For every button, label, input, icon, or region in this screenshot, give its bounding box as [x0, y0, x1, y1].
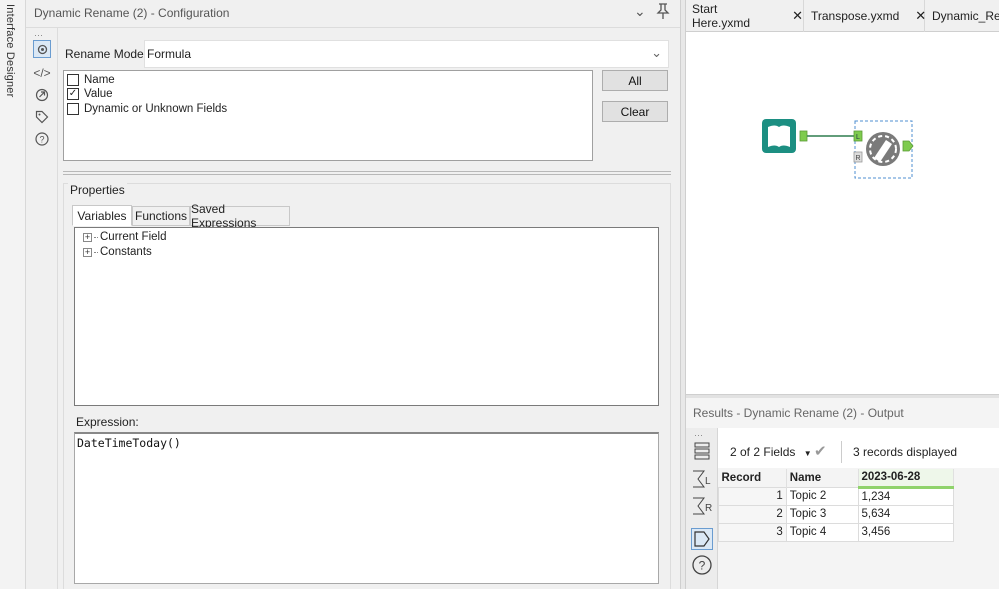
results-side-bar: ⋯ L R ?: [686, 428, 718, 589]
tag-icon[interactable]: [33, 108, 51, 126]
doc-tab-label: Start Here.yxmd: [692, 2, 751, 30]
tree-item-constants[interactable]: + Constants: [83, 245, 152, 259]
column-header-date[interactable]: 2023-06-28: [858, 469, 954, 489]
doc-tab-label: Dynamic_Ren: [932, 9, 999, 23]
tab-functions[interactable]: Functions: [132, 206, 190, 226]
interface-designer-label[interactable]: Interface Designer: [4, 4, 16, 97]
rename-mode-value: Formula: [147, 47, 192, 61]
results-title: Results - Dynamic Rename (2) - Output: [693, 406, 904, 420]
configuration-body: Rename Mode: Formula ⌄ Name ✓ Value Dyna…: [58, 28, 680, 589]
table-row[interactable]: 3 Topic 4 3,456: [718, 522, 954, 542]
doc-tab-label: Transpose.yxmd: [811, 9, 900, 23]
svg-text:?: ?: [39, 135, 44, 145]
pin-icon[interactable]: [656, 3, 670, 22]
name-cell[interactable]: Topic 2: [785, 486, 859, 506]
column-header-record[interactable]: Record: [718, 469, 787, 487]
table-row[interactable]: 2 Topic 3 5,634: [718, 504, 954, 524]
field-option-label: Name: [84, 74, 115, 86]
field-option-value[interactable]: ✓ Value: [67, 87, 113, 101]
field-dynamic-checkbox[interactable]: [67, 103, 79, 115]
properties-label: Properties: [68, 183, 127, 197]
name-cell[interactable]: Topic 3: [785, 504, 859, 524]
results-toolbar: 2 of 2 Fields ▼ ✔ 3 records displayed: [718, 428, 999, 468]
toolbar-divider: [841, 441, 842, 463]
field-option-label: Dynamic or Unknown Fields: [84, 103, 228, 115]
configuration-title: Dynamic Rename (2) - Configuration: [34, 6, 230, 20]
clear-button[interactable]: Clear: [602, 101, 668, 122]
workflow-canvas[interactable]: L R: [686, 33, 999, 394]
annotation-icon[interactable]: [33, 86, 51, 104]
field-option-dynamic[interactable]: Dynamic or Unknown Fields: [67, 102, 227, 116]
svg-text:L: L: [856, 134, 860, 141]
list-view-icon[interactable]: [691, 440, 713, 462]
left-input-icon[interactable]: L: [691, 468, 713, 490]
svg-text:R: R: [705, 503, 712, 514]
value-cell[interactable]: 3,456: [857, 522, 954, 542]
chevron-down-icon: ⌄: [651, 45, 662, 60]
gear-icon[interactable]: [33, 40, 51, 58]
expression-label: Expression:: [76, 415, 139, 429]
config-icon-bar: ⋯ </> ?: [26, 28, 58, 589]
tree-item-label: Constants: [100, 246, 152, 258]
doc-tab-transpose[interactable]: Transpose.yxmd ✕: [804, 0, 926, 32]
expression-editor[interactable]: DateTimeToday(): [74, 432, 659, 584]
output-anchor-icon[interactable]: [691, 528, 713, 550]
expression-text: DateTimeToday(): [77, 436, 181, 450]
configuration-header: Dynamic Rename (2) - Configuration ⌄: [26, 0, 680, 28]
input-data-tool-icon[interactable]: [762, 119, 808, 153]
svg-text:R: R: [855, 155, 860, 162]
variables-tree[interactable]: + Current Field + Constants: [74, 227, 659, 406]
value-cell[interactable]: 5,634: [857, 504, 954, 524]
caret-down-icon: ▼: [803, 449, 812, 458]
check-icon[interactable]: ✔: [814, 442, 827, 460]
doc-tab-dynamic-rename[interactable]: Dynamic_Ren: [925, 0, 999, 32]
help-icon[interactable]: ?: [33, 130, 51, 148]
field-selection-list[interactable]: Name ✓ Value Dynamic or Unknown Fields: [63, 70, 593, 161]
results-panel: Results - Dynamic Rename (2) - Output ⋯ …: [686, 398, 999, 589]
table-row[interactable]: 1 Topic 2 1,234: [718, 486, 954, 506]
fields-dropdown-label: 2 of 2 Fields: [730, 445, 796, 459]
svg-text:?: ?: [699, 559, 706, 573]
value-cell[interactable]: 1,234: [857, 486, 954, 506]
fields-dropdown[interactable]: 2 of 2 Fields ▼: [730, 445, 812, 459]
field-value-checkbox[interactable]: ✓: [67, 88, 79, 100]
help-icon[interactable]: ?: [691, 554, 713, 576]
tab-saved-expressions[interactable]: Saved Expressions: [190, 202, 290, 230]
document-tabs: Start Here.yxmd ✕ Transpose.yxmd ✕ Dynam…: [686, 0, 999, 32]
configuration-panel: Dynamic Rename (2) - Configuration ⌄ ⋯ <…: [26, 0, 680, 589]
close-icon[interactable]: ✕: [792, 8, 803, 24]
field-name-checkbox[interactable]: [67, 74, 79, 86]
svg-text:L: L: [705, 476, 711, 487]
right-input-icon[interactable]: R: [691, 495, 713, 517]
select-all-button[interactable]: All: [602, 70, 668, 91]
rename-mode-select[interactable]: Formula ⌄: [144, 40, 669, 68]
interface-designer-strip[interactable]: Interface Designer: [0, 0, 26, 589]
name-cell[interactable]: Topic 4: [785, 522, 859, 542]
record-cell[interactable]: 2: [718, 504, 787, 524]
field-option-name[interactable]: Name: [67, 73, 115, 87]
record-cell[interactable]: 1: [718, 486, 787, 506]
records-count: 3 records displayed: [853, 445, 958, 459]
field-option-label: Value: [84, 88, 113, 100]
column-header-name[interactable]: Name: [786, 469, 859, 487]
tree-item-label: Current Field: [100, 231, 167, 243]
doc-tab-start-here[interactable]: Start Here.yxmd ✕: [686, 0, 804, 32]
splitter[interactable]: [63, 171, 671, 175]
expand-icon[interactable]: +: [83, 232, 92, 242]
chevron-down-icon[interactable]: ⌄: [634, 3, 646, 20]
tab-variables[interactable]: Variables: [72, 205, 132, 226]
rename-mode-label: Rename Mode:: [65, 47, 148, 61]
dynamic-rename-tool-icon[interactable]: L R: [853, 120, 914, 179]
tree-item-current-field[interactable]: + Current Field: [83, 230, 166, 244]
results-grid[interactable]: Record Name 2023-06-28 1 Topic 2 1,234 2…: [718, 469, 954, 542]
expand-icon[interactable]: +: [83, 247, 92, 257]
code-icon[interactable]: </>: [33, 64, 51, 82]
record-cell[interactable]: 3: [718, 522, 787, 542]
